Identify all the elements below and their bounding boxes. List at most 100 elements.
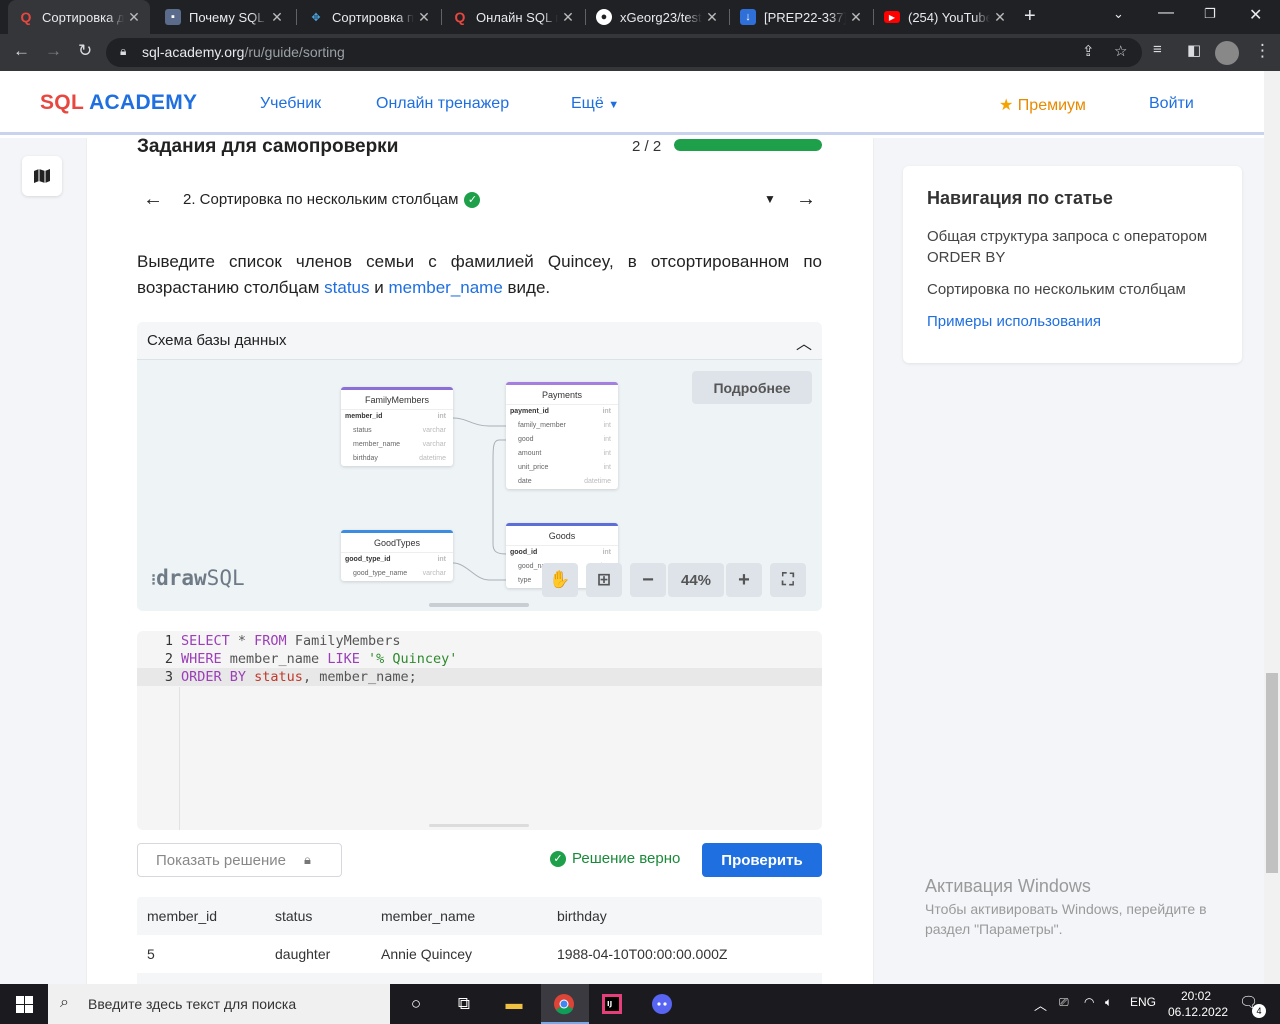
cortana-icon[interactable]: ○ [404,992,428,1016]
prev-task-arrow-icon[interactable]: ← [143,188,163,211]
fullscreen-icon[interactable]: ⛶ [770,563,806,597]
clock-date: 06.12.2022 [1168,1005,1229,1019]
new-tab-button[interactable]: + [1024,5,1036,28]
task-text-part: и [369,278,389,297]
tab-title: [PREP22-337] Jira [764,9,846,25]
field-name: good_id [510,549,538,556]
schema-scrollbar[interactable] [429,603,529,607]
verify-button[interactable]: Проверить [702,843,822,877]
network-icon[interactable]: ◠ [1084,995,1094,1009]
search-icon: ⌕ [60,994,69,1011]
page-scrollbar[interactable] [1264,71,1280,984]
chrome-icon[interactable] [552,992,576,1016]
sql-text: member_name [221,651,328,667]
tab-jira[interactable]: ↓ [PREP22-337] Jira ✕ [730,0,872,34]
zoom-out-button[interactable]: − [630,563,666,597]
article-nav-item[interactable]: Общая структура запроса с оператором ORD… [927,226,1227,268]
restore-icon[interactable]: ❐ [1204,6,1216,22]
tab-sql-sandbox[interactable]: Q Онлайн SQL песочница ✕ [442,0,584,34]
close-icon[interactable]: ✕ [702,9,722,26]
schema-more-button[interactable]: Подробнее [692,371,812,404]
back-icon[interactable]: ← [13,41,30,61]
field-name: type [518,577,532,584]
clock[interactable]: 20:02 06.12.2022 [1168,988,1229,1020]
task-view-icon[interactable]: ⧉ [452,992,476,1016]
tab-search-icon[interactable]: ⌄ [1113,6,1124,22]
next-task-arrow-icon[interactable]: → [796,188,816,211]
profile-avatar[interactable] [1215,41,1239,65]
field-type: int [603,436,611,443]
task-text-part: виде. [502,278,551,297]
sql-academy-icon: Q [20,9,32,25]
close-icon[interactable]: ✕ [558,9,578,26]
reload-icon[interactable]: ↻ [78,41,92,61]
table-familymembers[interactable]: FamilyMembers member_id int status varchar… [341,387,453,466]
window-close-icon[interactable]: ✕ [1249,5,1262,25]
taskbar-search[interactable]: ⌕ Введите здесь текст для поиска [48,984,390,1024]
windows-start-icon[interactable] [12,992,36,1016]
close-icon[interactable]: ✕ [124,9,144,26]
sql-keyword: ORDER BY [181,669,247,685]
results-header [137,897,822,935]
article-nav-item-active[interactable]: Примеры использования [927,311,1227,332]
site-logo[interactable]: SQL ACADEMY [40,91,197,115]
menu-dots-icon[interactable]: ⋮ [1254,41,1271,61]
tab-title: xGeorg23/testTask [620,9,702,25]
bookmark-star-icon[interactable]: ☆ [1114,42,1127,60]
column-member-name-link[interactable]: member_name [388,278,502,297]
media-icon[interactable]: ≡ [1153,41,1162,58]
results-table: member_id status member_name birthday 5 … [137,897,822,987]
address-bar[interactable]: 🔒︎ sql-academy.org/ru/guide/sorting ⇪ ☆ [106,38,1142,67]
close-icon[interactable]: ✕ [414,9,434,26]
close-icon[interactable]: ✕ [846,9,866,26]
article-navigation: Навигация по статье Общая структура запр… [903,166,1242,363]
share-icon[interactable]: ⇪ [1082,42,1095,60]
tab-sort-multi[interactable]: ✥ Сортировка по нескольким ✕ [298,0,440,34]
close-icon[interactable]: ✕ [990,9,1010,26]
grid-layout-icon[interactable]: ⊞ [586,563,622,597]
sql-academy-icon: Q [454,9,466,25]
zoom-in-button[interactable]: + [726,563,762,597]
nav-more[interactable]: Ещё ▼ [571,95,619,113]
tab-why-sql[interactable]: ▪ Почему SQL занимает ✕ [155,0,293,34]
file-explorer-icon[interactable]: ▬ [502,992,526,1016]
nav-trainer[interactable]: Онлайн тренажер [376,95,509,113]
field-name: birthday [353,455,378,462]
task-description: Выведите список членов семьи с фамилией … [137,249,822,301]
sidepanel-icon[interactable]: ◧ [1187,41,1201,59]
editor-scrollbar[interactable] [429,824,529,827]
map-icon[interactable] [22,156,62,196]
premium-link[interactable]: ★ Премиум [999,95,1086,115]
task-dropdown-icon[interactable]: ▼ [764,192,776,206]
sql-text: * [229,633,255,649]
close-icon[interactable]: ✕ [267,9,287,26]
task-title[interactable]: 2. Сортировка по нескольким столбцам ✓ [183,191,481,208]
show-solution-label: Показать решение [156,851,286,869]
tab-github[interactable]: ● xGeorg23/testTask ✕ [586,0,728,34]
login-link[interactable]: Войти [1149,95,1194,113]
intellij-icon[interactable]: IJ [600,992,624,1016]
nav-tutorial[interactable]: Учебник [260,95,321,113]
tab-youtube[interactable]: ▶ (254) YouTube ✕ [874,0,1016,34]
volume-icon[interactable]: 🔈︎ [1105,995,1112,1010]
discord-icon[interactable] [650,992,674,1016]
show-solution-button[interactable]: Показать решение 🔒︎ [137,843,342,877]
article-nav-item[interactable]: Сортировка по нескольким столбцам [927,279,1227,300]
table-cell: 1988-04-10T00:00:00.000Z [557,946,728,962]
svg-text:IJ: IJ [607,1000,612,1008]
forward-icon[interactable]: → [45,41,62,61]
column-status-link[interactable]: status [324,278,369,297]
browser-toolbar: ← → ↻ 🔒︎ sql-academy.org/ru/guide/sortin… [0,34,1280,71]
scrollbar-thumb[interactable] [1266,673,1278,873]
table-payments[interactable]: Payments payment_id int family_member int … [506,382,618,489]
meet-now-icon[interactable]: ⎚ [1059,995,1069,1010]
hand-tool-icon[interactable]: ✋ [542,563,578,597]
field-type: int [603,422,611,429]
table-goodtypes[interactable]: GoodTypes good_type_id int good_type_name… [341,530,453,581]
tab-sorting[interactable]: Q Сортировка данных ✕ [8,0,150,34]
table-cell: 5 [147,946,155,962]
sql-editor[interactable]: 1 2 3 SELECT * FROM FamilyMembers WHERE … [137,631,822,830]
language-indicator[interactable]: ENG [1130,995,1156,1009]
minimize-icon[interactable]: — [1158,4,1174,22]
tray-expand-icon[interactable]: ︿ [1034,995,1047,1014]
